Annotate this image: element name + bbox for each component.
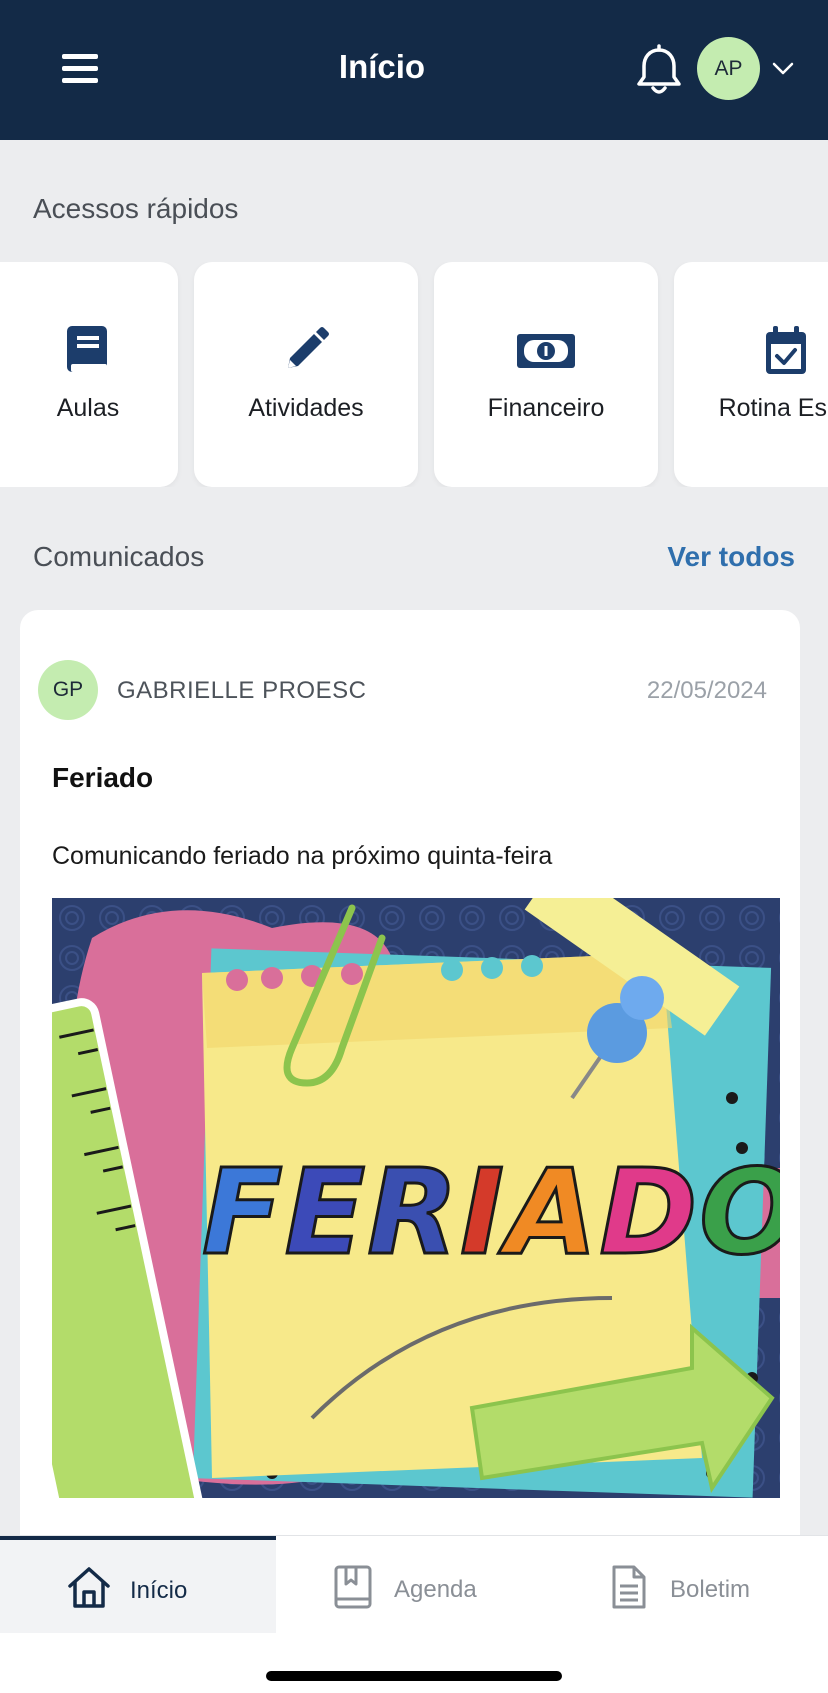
quick-card-label: Aulas [56,394,120,422]
notification-bell-icon[interactable] [634,44,684,98]
tab-agenda[interactable]: Agenda [276,1536,552,1634]
quick-card-label: Atividades [248,394,364,422]
chevron-down-icon[interactable] [770,58,796,78]
user-avatar[interactable]: AP [697,37,760,100]
post-body: Comunicando feriado na próximo quinta-fe… [52,842,553,870]
quick-card-label: Financeiro [487,394,605,422]
quick-card-atividades[interactable]: Atividades [194,262,418,487]
tab-inicio[interactable]: Início [0,1536,276,1634]
top-app-bar: Início AP [0,0,828,140]
book-icon [0,324,200,376]
tab-label: Início [130,1577,188,1604]
home-icon [66,1564,112,1610]
announcement-image[interactable]: FERIADO [52,898,780,1498]
quick-card-financeiro[interactable]: Financeiro [434,262,658,487]
see-all-link[interactable]: Ver todos [667,541,795,573]
author-avatar: GP [38,660,98,720]
announcement-card[interactable]: GP GABRIELLE PROESC 22/05/2024 Feriado C… [20,610,800,1693]
bottom-navigation: Início Agenda Boletim [0,1535,828,1634]
home-indicator-area [0,1633,828,1693]
agenda-book-icon [330,1564,376,1610]
money-bill-icon [434,324,658,376]
quick-access-heading: Acessos rápidos [33,193,239,224]
post-date: 22/05/2024 [646,677,767,704]
quick-access-carousel[interactable]: Aulas Atividades Financeiro Rotina Es [0,262,828,487]
tab-boletim[interactable]: Boletim [552,1536,828,1634]
post-title: Feriado [52,762,154,793]
author-name: GABRIELLE PROESC [117,677,367,704]
announcements-heading: Comunicados [33,541,205,572]
quick-card-aulas[interactable]: Aulas [0,262,178,487]
svg-text:FERIADO: FERIADO [202,1143,780,1281]
tab-label: Agenda [394,1576,477,1603]
document-icon [606,1564,652,1610]
quick-card-label: Rotina Esco [718,394,828,422]
calendar-check-icon [674,324,828,376]
home-indicator[interactable] [266,1671,562,1681]
quick-card-rotina-escolar[interactable]: Rotina Esco [674,262,828,487]
tab-label: Boletim [670,1576,751,1603]
pencil-icon [194,324,418,376]
